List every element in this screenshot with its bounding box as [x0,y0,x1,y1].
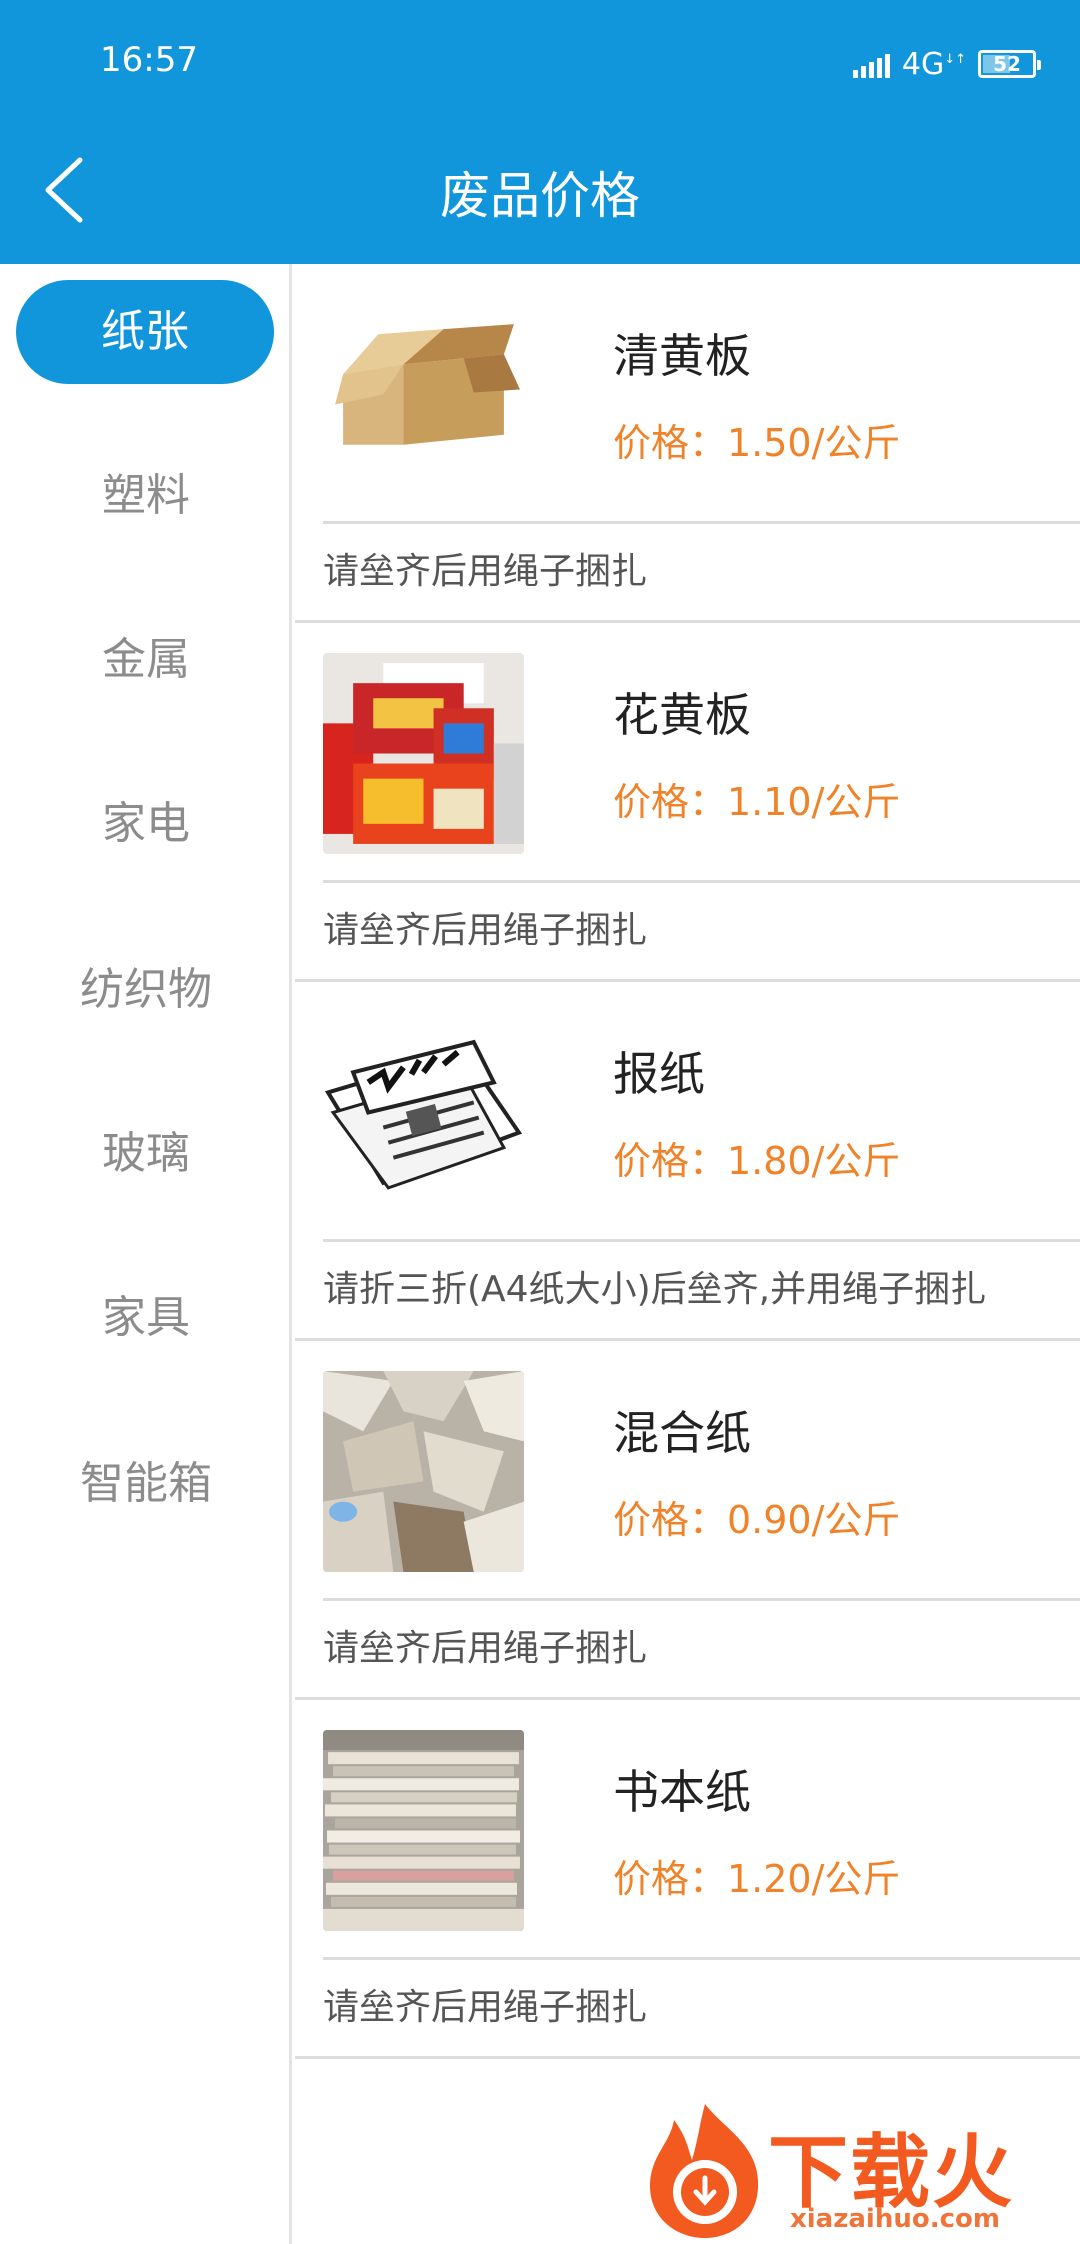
category-sidebar: 纸张 塑料 金属 家电 纺织物 玻璃 家具 智能箱 [0,264,292,2244]
item-header: 清黄板 价格：1.50/公斤 [323,264,1080,524]
item-image [323,294,524,495]
category-plastic[interactable]: 塑料 [0,444,292,548]
flame-logo-icon [650,2104,759,2238]
watermark: 下载火 xiazaihuo.com [640,2100,1080,2244]
category-appliances[interactable]: 家电 [0,772,292,876]
printed-boxes-image [323,653,524,854]
item-price: 价格：1.80/公斤 [613,1139,901,1183]
item-image [323,653,524,854]
item-note: 请垒齐后用绳子捆扎 [323,1987,648,2028]
mixed-paper-image [323,1371,524,1572]
item-header: 花黄板 价格：1.10/公斤 [323,623,1080,883]
item-note: 请垒齐后用绳子捆扎 [323,551,648,592]
category-smart-box[interactable]: 智能箱 [0,1432,292,1536]
page-title: 废品价格 [440,167,640,225]
item-note: 请垒齐后用绳子捆扎 [323,910,648,951]
item-image [323,1371,524,1572]
item-price: 价格：1.10/公斤 [613,780,901,824]
item-price: 价格：1.50/公斤 [613,421,901,465]
category-glass[interactable]: 玻璃 [0,1102,292,1206]
list-item[interactable]: 清黄板 价格：1.50/公斤 请垒齐后用绳子捆扎 [295,264,1080,623]
item-header: 混合纸 价格：0.90/公斤 [323,1341,1080,1601]
item-note: 请垒齐后用绳子捆扎 [323,1628,648,1669]
item-header: 书本纸 价格：1.20/公斤 [323,1700,1080,1960]
item-header: 报纸 价格：1.80/公斤 [323,982,1080,1242]
network-type: 4G↓↑ [901,46,966,82]
price-list[interactable]: 清黄板 价格：1.50/公斤 请垒齐后用绳子捆扎 花黄板 价格：1.10/公斤 … [295,264,1080,2244]
list-item[interactable]: 书本纸 价格：1.20/公斤 请垒齐后用绳子捆扎 [295,1700,1080,2059]
category-paper[interactable]: 纸张 [16,280,274,384]
watermark-domain: xiazaihuo.com [790,2204,1000,2234]
item-name: 花黄板 [613,688,751,742]
list-item[interactable]: 混合纸 价格：0.90/公斤 请垒齐后用绳子捆扎 [295,1341,1080,1700]
item-name: 报纸 [613,1047,705,1101]
category-metal[interactable]: 金属 [0,608,292,712]
status-indicators: 4G↓↑ 52 [852,44,1041,84]
category-furniture[interactable]: 家具 [0,1266,292,1370]
signal-icon [852,50,890,78]
item-name: 书本纸 [613,1765,751,1819]
category-textiles[interactable]: 纺织物 [0,938,292,1042]
item-note: 请折三折(A4纸大小)后垒齐,并用绳子捆扎 [323,1269,987,1310]
book-stack-image [323,1730,524,1931]
cardboard-box-image [323,294,524,495]
item-price: 价格：1.20/公斤 [613,1857,901,1901]
battery-percent: 52 [993,52,1021,76]
item-image [323,1730,524,1931]
app-header: 16:57 4G↓↑ 52 废品价格 [0,0,1080,264]
item-price: 价格：0.90/公斤 [613,1498,901,1542]
list-item[interactable]: 花黄板 价格：1.10/公斤 请垒齐后用绳子捆扎 [295,623,1080,982]
battery-icon: 52 [978,50,1041,78]
list-item[interactable]: 报纸 价格：1.80/公斤 请折三折(A4纸大小)后垒齐,并用绳子捆扎 [295,982,1080,1341]
newspaper-image [323,1012,524,1213]
item-name: 混合纸 [613,1406,751,1460]
item-name: 清黄板 [613,329,751,383]
item-image [323,1012,524,1213]
status-time: 16:57 [100,40,198,80]
